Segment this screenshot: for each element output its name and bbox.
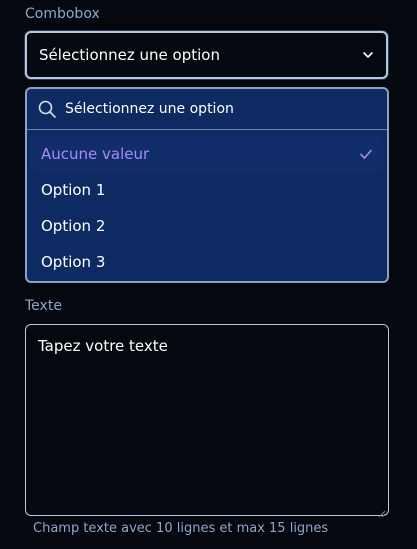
text-area-input[interactable]	[25, 324, 389, 516]
option-label: Aucune valeur	[41, 145, 150, 163]
combobox-options: Aucune valeur Option 1 Option 2 Option 3	[27, 130, 387, 280]
check-icon	[359, 147, 373, 161]
combobox-label: Combobox	[25, 6, 100, 22]
chevron-down-icon	[362, 49, 374, 61]
form-page: Combobox Sélectionnez une option Aucune …	[0, 0, 417, 549]
combobox-value: Sélectionnez une option	[39, 46, 220, 64]
combobox-search-input[interactable]	[65, 101, 377, 117]
combobox-dropdown: Aucune valeur Option 1 Option 2 Option 3	[25, 87, 389, 283]
option-label: Option 3	[41, 253, 106, 271]
option-label: Option 2	[41, 217, 106, 235]
combobox-trigger[interactable]: Sélectionnez une option	[25, 31, 388, 79]
text-field-helper: Champ texte avec 10 lignes et max 15 lig…	[33, 521, 329, 536]
option-label: Option 1	[41, 181, 106, 199]
resize-grip-icon[interactable]	[376, 503, 386, 518]
option-aucune-valeur[interactable]: Aucune valeur	[31, 136, 383, 172]
option-3[interactable]: Option 3	[31, 244, 383, 280]
text-field-label: Texte	[25, 298, 62, 314]
search-icon	[37, 99, 57, 119]
option-1[interactable]: Option 1	[31, 172, 383, 208]
option-2[interactable]: Option 2	[31, 208, 383, 244]
combobox-search	[27, 89, 387, 130]
